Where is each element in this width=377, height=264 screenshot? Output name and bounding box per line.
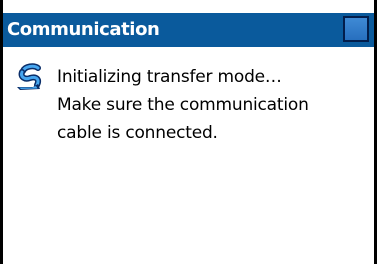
cable-connection-icon [17,63,41,90]
status-message: Initializing transfer mode… Make sure th… [57,63,367,147]
message-line-1: Initializing transfer mode… [57,67,282,87]
title-bar: Communication [3,13,374,47]
message-line-3: cable is connected. [57,123,218,143]
message-line-2: Make sure the communication [57,95,309,115]
title-bar-button[interactable] [343,16,369,42]
communication-dialog: Communication Initializing transfer mode… [0,0,377,264]
window-title: Communication [7,19,160,40]
